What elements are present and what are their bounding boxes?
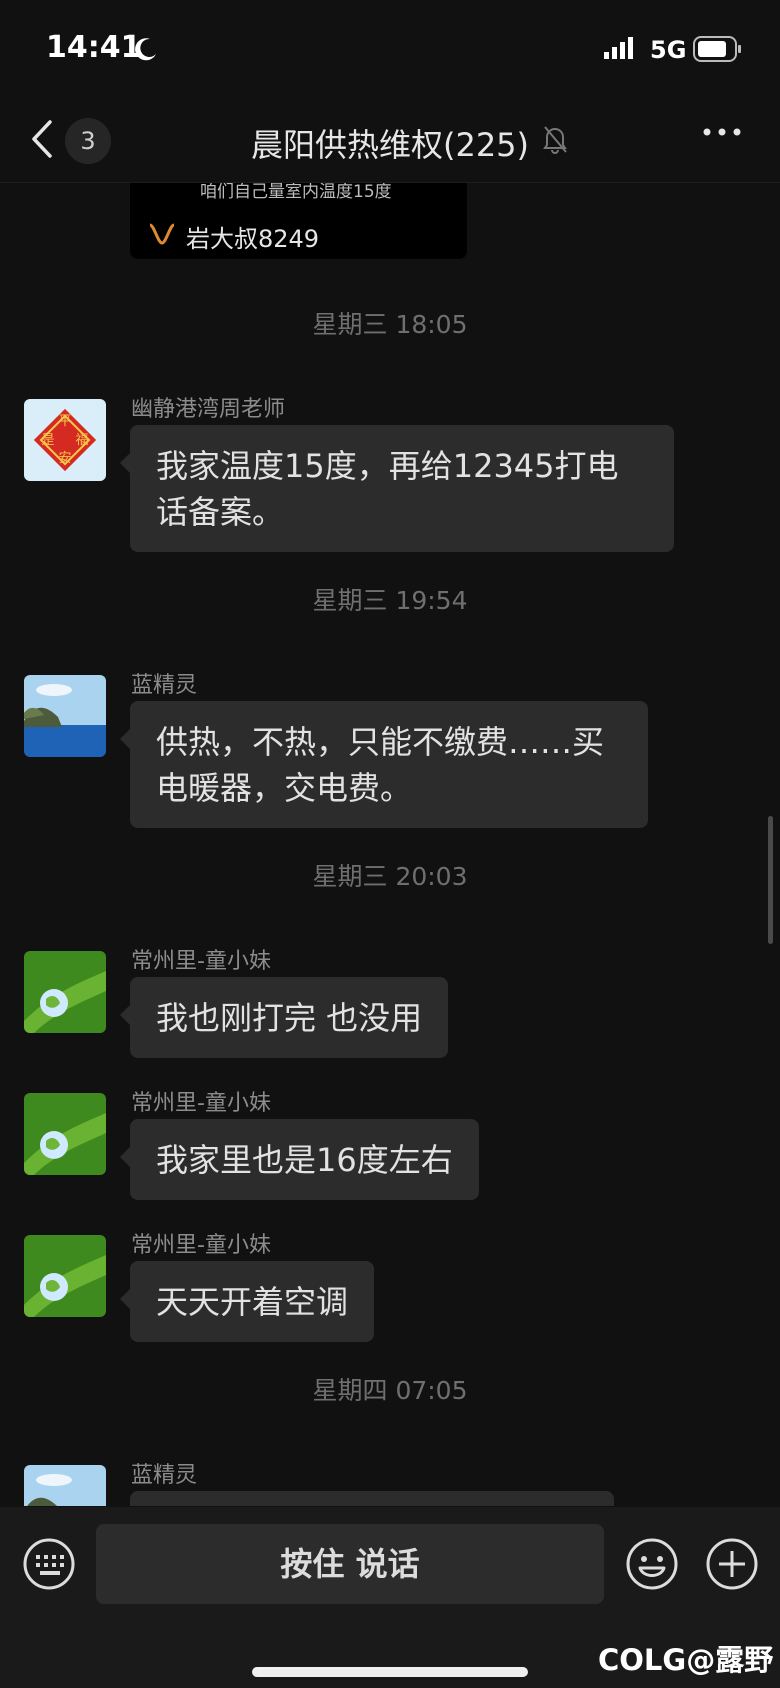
time-divider: 星期三 19:54 [312, 586, 468, 615]
mute-bell-icon [543, 126, 567, 154]
shared-card-caption: 咱们自己量室内温度15度 [200, 183, 392, 202]
message-text-line: 我家里也是16度左右 [156, 1141, 453, 1179]
battery-icon [693, 36, 741, 62]
chat-title[interactable]: 晨阳供热维权(225) [0, 120, 780, 166]
channels-logo-icon [149, 223, 175, 245]
network-label: 5G [650, 36, 687, 64]
avatar[interactable] [24, 1465, 106, 1506]
message-bubble[interactable]: 我家里也是16度左右 [120, 1119, 479, 1200]
globe-avatar-image [24, 951, 106, 1033]
time-divider: 星期三 18:05 [312, 310, 468, 339]
sender-name: 常州里-童小妹 [131, 949, 271, 974]
home-indicator[interactable] [252, 1667, 528, 1677]
status-bar: 14:41 5G [0, 0, 780, 100]
shared-video-card[interactable]: 咱们自己量室内温度15度 岩大叔8249 [130, 183, 467, 259]
time-divider: 星期三 20:03 [312, 862, 468, 891]
time-divider: 星期四 07:05 [312, 1376, 468, 1405]
message-bubble[interactable]: 天天开着空调 [119, 1261, 375, 1342]
avatar[interactable] [24, 1093, 106, 1175]
emoji-icon[interactable] [625, 1537, 679, 1591]
keyboard-icon[interactable] [22, 1537, 76, 1591]
message-text-line: 我家温度15度，再给12345打电 [156, 447, 619, 485]
scrollbar[interactable] [768, 816, 773, 944]
seascape-avatar-image [24, 675, 106, 757]
message-text-line: 天天开着空调 [156, 1283, 349, 1321]
message-bubble[interactable]: 我也刚打完 也没用 [119, 977, 449, 1058]
watermark: COLG@露野 [598, 1643, 774, 1677]
status-time: 14:41 [46, 30, 142, 65]
sender-name: 常州里-童小妹 [131, 1233, 271, 1258]
seascape-avatar-image [24, 1465, 106, 1506]
message-bubble[interactable]: 我家温度15度，再给12345打电 话备案。 [120, 425, 674, 552]
blessing-avatar-image: 平 是 福 安 [24, 399, 106, 481]
avatar-char: 福 [75, 433, 88, 448]
moon-icon [135, 38, 156, 61]
hold-to-talk-button[interactable]: 按住 说话 [96, 1524, 604, 1604]
shared-card-author: 岩大叔8249 [186, 225, 320, 253]
plus-icon[interactable] [705, 1537, 759, 1591]
more-options-icon[interactable] [702, 126, 742, 138]
message-text-line: 电暖器，交电费。 [156, 769, 413, 807]
sender-name: 幽静港湾周老师 [131, 397, 286, 422]
input-bar: 按住 说话 COLG@露野 [0, 1507, 780, 1688]
sender-name: 蓝精灵 [131, 673, 198, 698]
message-bubble[interactable] [130, 1491, 614, 1506]
avatar[interactable] [24, 1235, 106, 1317]
avatar[interactable] [24, 951, 106, 1033]
sender-name: 常州里-童小妹 [131, 1091, 271, 1116]
avatar[interactable] [24, 675, 106, 757]
chat-header: 3 晨阳供热维权(225) [0, 100, 780, 183]
signal-icon [604, 37, 633, 59]
globe-avatar-image [24, 1093, 106, 1175]
globe-avatar-image [24, 1235, 106, 1317]
sender-name: 蓝精灵 [131, 1463, 198, 1488]
avatar[interactable]: 平 是 福 安 [24, 399, 106, 481]
message-text-line: 供热，不热，只能不缴费……买 [156, 723, 605, 761]
avatar-char: 平 [58, 414, 71, 429]
avatar-char: 是 [41, 433, 54, 448]
message-text-line: 我也刚打完 也没用 [156, 999, 423, 1037]
message-text-line: 话备案。 [156, 493, 285, 531]
message-bubble[interactable]: 供热，不热，只能不缴费……买 电暖器，交电费。 [120, 701, 648, 828]
avatar-char: 安 [58, 451, 71, 466]
message-list[interactable]: 咱们自己量室内温度15度 岩大叔8249 星期三 18:05 平 是 福 安 幽… [0, 183, 780, 1506]
